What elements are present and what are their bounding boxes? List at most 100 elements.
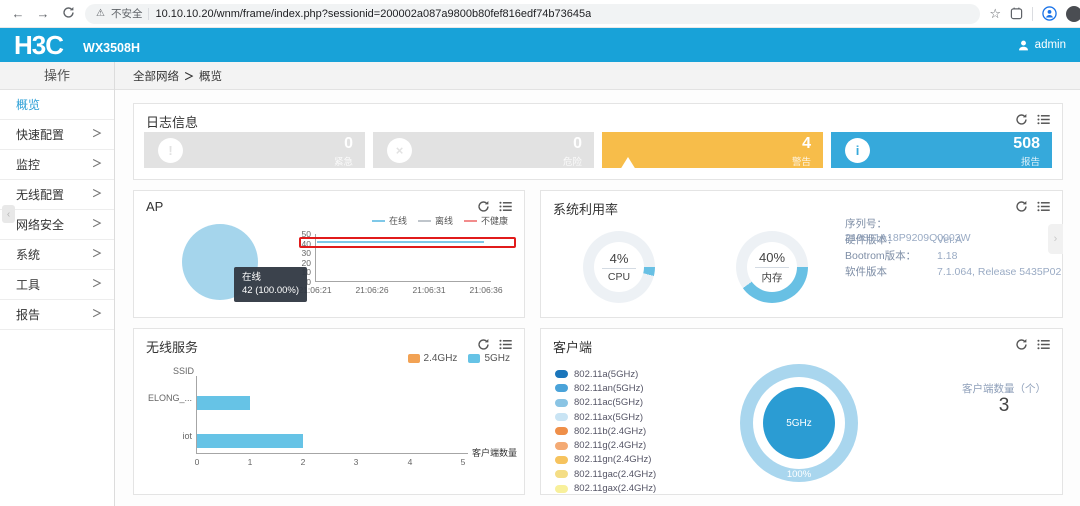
info-row-hardware: 硬件版本： Ver.A xyxy=(845,234,963,246)
panel-title: 系统利用率 xyxy=(553,202,619,217)
x-axis xyxy=(196,453,468,454)
bookmark-star-icon[interactable]: ☆ xyxy=(989,6,1001,22)
browser-back-icon[interactable]: ← xyxy=(10,6,26,21)
annotation-highlight-box xyxy=(299,237,516,248)
user-menu[interactable]: admin xyxy=(1017,39,1066,52)
log-level-label: 报告 xyxy=(1020,157,1040,168)
address-bar[interactable]: ⚠ 不安全 10.10.10.20/wnm/frame/index.php?se… xyxy=(85,3,981,24)
memory-label: 内存 xyxy=(761,271,783,284)
log-card-notice[interactable]: i 508 报告 xyxy=(831,132,1052,168)
browser-profile-icon[interactable] xyxy=(1042,6,1057,21)
panel-title: 无线服务 xyxy=(146,340,199,355)
carousel-next-button[interactable]: › xyxy=(1048,224,1063,254)
legend-item-unhealthy[interactable]: 不健康 xyxy=(463,214,508,227)
legend-item-5ghz[interactable]: 5GHz xyxy=(468,353,510,364)
legend-item-online[interactable]: 在线 xyxy=(371,214,407,227)
dashboard: 日志信息 ! 0 紧急 × 0 危险 ! 4 警告 i 508 报告 AP 在线… xyxy=(115,90,1080,506)
protocol-legend: 802.11a(5GHz) 802.11an(5GHz) 802.11ac(5G… xyxy=(555,367,656,496)
wireless-service-panel: 无线服务 2.4GHz 5GHz SSID ELONG_... iot 0 1 … xyxy=(133,328,525,495)
refresh-icon[interactable] xyxy=(1015,200,1028,213)
log-level-label: 紧急 xyxy=(333,157,353,168)
chevron-right-icon: ＞ xyxy=(92,279,102,290)
bar-elong-5ghz xyxy=(197,396,251,410)
breadcrumb-root[interactable]: 全部网络 xyxy=(133,68,179,84)
list-icon[interactable] xyxy=(1037,200,1050,213)
info-row-bootrom: Bootrom版本： 1.18 xyxy=(845,250,958,262)
x-tick: 3 xyxy=(353,457,359,467)
x-tick: 21:06:36 xyxy=(469,285,503,295)
sidebar: 操作 概览 快速配置＞ 监控＞ 无线配置＞ 网络安全＞ 系统＞ 工具＞ 报告＞ … xyxy=(0,62,115,506)
list-icon[interactable] xyxy=(1037,113,1050,126)
sidebar-item-overview[interactable]: 概览 xyxy=(0,90,114,120)
list-icon[interactable] xyxy=(1037,338,1050,351)
legend-item[interactable]: 802.11a(5GHz) xyxy=(555,367,656,381)
legend-item[interactable]: 802.11ax(5GHz) xyxy=(555,410,656,424)
legend-item[interactable]: 802.11g(2.4GHz) xyxy=(555,438,656,452)
panel-title: 客户端 xyxy=(553,340,593,355)
device-model: WX3508H xyxy=(83,41,140,55)
log-count: 508 xyxy=(1013,135,1040,152)
sidebar-title: 操作 xyxy=(0,62,114,90)
cpu-value: 4% xyxy=(609,251,629,266)
log-count: 4 xyxy=(802,135,811,152)
refresh-icon[interactable] xyxy=(1015,113,1028,126)
sidebar-item-report[interactable]: 报告＞ xyxy=(0,300,114,330)
log-count: 0 xyxy=(344,135,353,152)
sidebar-item-monitoring[interactable]: 监控＞ xyxy=(0,150,114,180)
side-panel-icon[interactable] xyxy=(1010,7,1023,20)
log-card-warning[interactable]: ! 4 警告 xyxy=(602,132,823,178)
log-card-danger[interactable]: × 0 危险 xyxy=(373,132,594,168)
breadcrumb: 全部网络 ＞ 概览 xyxy=(115,62,1080,90)
sidebar-item-quick-config[interactable]: 快速配置＞ xyxy=(0,120,114,150)
browser-reload-icon[interactable] xyxy=(60,6,76,22)
sidebar-item-network-security[interactable]: 网络安全＞ xyxy=(0,210,114,240)
ap-pie-tooltip: 在线 42 (100.00%) xyxy=(234,267,308,302)
app-header: H3C WX3508H admin xyxy=(0,28,1080,62)
log-card-emergency[interactable]: ! 0 紧急 xyxy=(144,132,365,168)
sidebar-item-tools[interactable]: 工具＞ xyxy=(0,270,114,300)
x-tick: 21:06:31 xyxy=(412,285,446,295)
warning-triangle-icon: ! xyxy=(615,139,641,178)
log-count: 0 xyxy=(573,135,582,152)
legend-item[interactable]: 802.11gac(2.4GHz) xyxy=(555,467,656,481)
ap-panel: AP 在线 42 (100.00%) 在线 离线 不健康 50 40 30 20… xyxy=(133,190,525,318)
x-tick: 1 xyxy=(247,457,253,467)
sidebar-collapse-button[interactable]: ‹ xyxy=(2,205,15,223)
donut-center: 5GHz xyxy=(763,387,835,459)
x-circle-icon: × xyxy=(387,137,412,163)
refresh-icon[interactable] xyxy=(477,200,490,213)
browser-toolbar: ← → ⚠ 不安全 10.10.10.20/wnm/frame/index.ph… xyxy=(0,0,1080,28)
client-count-label: 客户端数量（个） xyxy=(962,383,1046,395)
bar-iot-5ghz xyxy=(197,434,304,448)
x-tick: 2 xyxy=(300,457,306,467)
log-level-label: 危险 xyxy=(562,157,582,168)
sidebar-item-wireless-config[interactable]: 无线配置＞ xyxy=(0,180,114,210)
legend-item[interactable]: 802.11b(2.4GHz) xyxy=(555,424,656,438)
content: 操作 概览 快速配置＞ 监控＞ 无线配置＞ 网络安全＞ 系统＞ 工具＞ 报告＞ … xyxy=(0,62,1080,506)
list-icon[interactable] xyxy=(499,200,512,213)
legend-item-offline[interactable]: 离线 xyxy=(417,214,453,227)
page: ← → ⚠ 不安全 10.10.10.20/wnm/frame/index.ph… xyxy=(0,0,1080,506)
security-chip-label[interactable]: 不安全 xyxy=(111,6,143,21)
legend-item[interactable]: 802.11gn(2.4GHz) xyxy=(555,453,656,467)
ssid-bar-chart xyxy=(197,375,463,453)
donut-center-label: 5GHz xyxy=(786,417,812,429)
category-label: iot xyxy=(182,431,192,441)
refresh-icon[interactable] xyxy=(1015,338,1028,351)
list-icon[interactable] xyxy=(499,338,512,351)
legend-item[interactable]: 802.11an(5GHz) xyxy=(555,381,656,395)
legend-item[interactable]: 802.11gax(2.4GHz) xyxy=(555,481,656,495)
x-tick: 0 xyxy=(194,457,200,467)
chevron-right-icon: ＞ xyxy=(92,189,102,200)
cpu-label: CPU xyxy=(607,271,631,283)
refresh-icon[interactable] xyxy=(477,338,490,351)
legend-item[interactable]: 802.11ac(5GHz) xyxy=(555,396,656,410)
legend-item-2-4ghz[interactable]: 2.4GHz xyxy=(407,353,457,364)
x-tick: 21:06:26 xyxy=(355,285,389,295)
x-tick: 5 xyxy=(460,457,466,467)
clients-band-donut: 5GHz xyxy=(740,364,858,482)
category-label: ELONG_... xyxy=(147,393,192,403)
browser-forward-icon[interactable]: → xyxy=(35,6,51,21)
browser-avatar[interactable] xyxy=(1066,5,1080,22)
sidebar-item-system[interactable]: 系统＞ xyxy=(0,240,114,270)
